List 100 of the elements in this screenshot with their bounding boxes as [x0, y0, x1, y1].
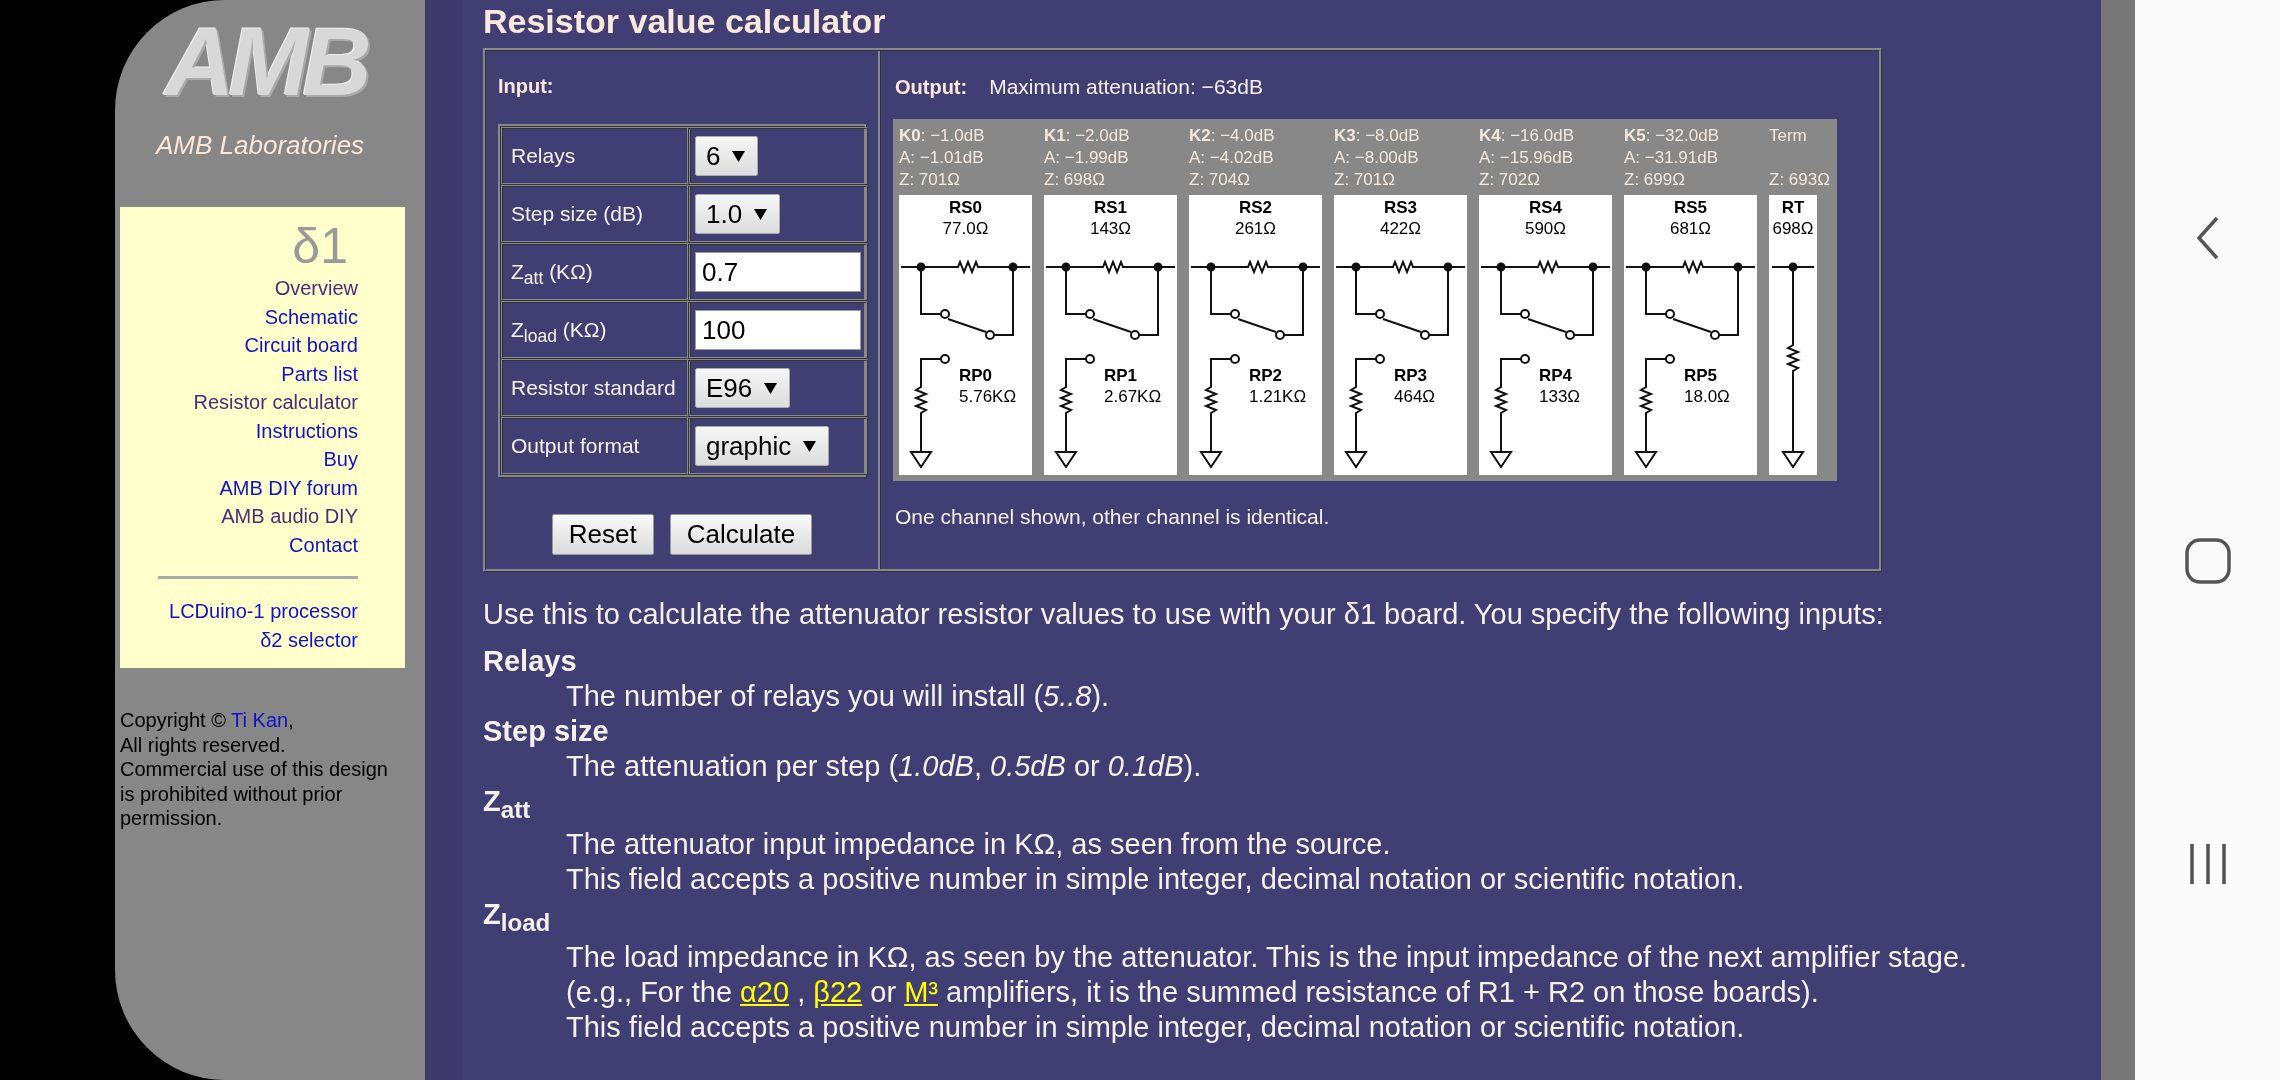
resistor-name: RS3 — [1383, 197, 1418, 218]
intro-text: Use this to calculate the attenuator resistor values to use with your δ1 board. You specify the following inputs: — [483, 597, 1885, 632]
logo: AMB — [165, 14, 366, 110]
nav-link[interactable]: Buy — [323, 445, 358, 474]
nav-link[interactable]: Overview — [274, 274, 358, 303]
field-label: Z$_{att}$ (KΩ) — [501, 243, 691, 301]
definition-text: The number of relays you will install (5..8). — [566, 679, 1110, 714]
dropdown[interactable]: E96 — [695, 368, 791, 408]
input-field[interactable]: 0.7 — [695, 252, 861, 292]
field-label: Z$_{load}$ (KΩ) — [501, 301, 691, 359]
definition-text: (e.g., For the α20 , β22 or M³ amplifiers, it is the summed resistance of R1 + R2 on those boards). — [566, 974, 1819, 1010]
output-note: One channel shown, other channel is identical. — [895, 505, 1330, 529]
resistor-name: RS2 — [1238, 197, 1273, 218]
resistor-name: RP1 — [1104, 365, 1138, 386]
resistor-value: 590Ω — [1524, 218, 1567, 239]
stage-header: K1: −2.0dB — [1044, 125, 1131, 147]
home-icon[interactable] — [2184, 538, 2231, 584]
stage-attenuation: A: −1.99dB — [1044, 147, 1130, 169]
product-link[interactable]: β22 — [813, 975, 863, 1008]
nav-link[interactable]: Resistor calculator — [193, 388, 358, 417]
resistor-value: 77.0Ω — [942, 218, 989, 239]
resistor-value: 133Ω — [1539, 386, 1581, 407]
stage-attenuation: A: −4.02dB — [1189, 147, 1275, 169]
stage-impedance: Z: 701Ω — [899, 169, 961, 191]
resistor-value: 261Ω — [1234, 218, 1277, 239]
nav-link[interactable]: Circuit board — [244, 331, 358, 360]
product-title: δ1 — [292, 219, 348, 274]
definition-term: Z$_{att}$ — [483, 784, 531, 825]
definition-text: This field accepts a positive number in simple integer, decimal notation or scientific notation. — [566, 861, 1745, 897]
dropdown[interactable]: 1.0 — [695, 194, 781, 234]
input-field[interactable]: 100 — [695, 310, 861, 350]
input-heading: Input: — [498, 75, 554, 98]
resistor-name: RS1 — [1093, 197, 1128, 218]
stage-attenuation: A: −31.91dB — [1624, 147, 1720, 169]
resistor-name: RP5 — [1684, 365, 1718, 386]
definition-term: Relays — [483, 644, 577, 679]
product-link[interactable]: M³ — [904, 975, 938, 1008]
nav-link[interactable]: AMB audio DIY — [221, 502, 358, 531]
stage-attenuation: A: −8.00dB — [1334, 147, 1420, 169]
caret-icon — [803, 440, 817, 452]
stage-impedance: Z: 693Ω — [1769, 169, 1829, 191]
field-label: Step size (dB) — [501, 185, 691, 243]
definition-text: The attenuator input impedance in KΩ, as seen from the source. — [566, 826, 1391, 862]
stage-impedance: Z: 698Ω — [1044, 169, 1106, 191]
dropdown[interactable]: 6 — [695, 136, 759, 176]
definition-text: The load impedance in KΩ, as seen by the attenuator. This is the input impedance of the next amplifier stage. — [566, 939, 1968, 975]
form-button[interactable]: Reset — [551, 514, 654, 555]
resistor-name: RT — [1781, 197, 1805, 218]
definition-term: Step size — [483, 714, 609, 749]
stage-header: K3: −8.0dB — [1334, 125, 1421, 147]
nav-link[interactable]: LCDuino-1 processor — [169, 597, 358, 626]
stage-header: Term — [1769, 125, 1808, 147]
copyright-notice: Copyright © Ti Kan, All rights reserved. Commercial use of this design is prohibited without prior permission. — [120, 708, 389, 831]
caret-icon — [764, 382, 778, 394]
stage-header: K4: −16.0dB — [1479, 125, 1575, 147]
stage-header: K0: −1.0dB — [899, 125, 986, 147]
definition-text: The attenuation per step (1.0dB, 0.5dB or 0.1dB). — [566, 749, 1202, 784]
field-label: Relays — [501, 127, 691, 185]
nav-link[interactable]: Instructions — [255, 416, 358, 445]
page-title: Resistor value calculator — [483, 1, 886, 42]
field-label: Resistor standard — [501, 359, 691, 417]
definition-text: This field accepts a positive number in simple integer, decimal notation or scientific notation. — [566, 1009, 1745, 1045]
resistor-value: 464Ω — [1394, 386, 1436, 407]
resistor-value: 681Ω — [1669, 218, 1712, 239]
stage-impedance: Z: 702Ω — [1479, 169, 1541, 191]
stage-attenuation: A: −15.96dB — [1479, 147, 1575, 169]
recent-apps-icon[interactable] — [2187, 842, 2228, 886]
resistor-name: RS0 — [948, 197, 983, 218]
caret-icon — [754, 208, 768, 220]
site-subtitle: AMB Laboratories — [156, 130, 365, 161]
resistor-name: RP2 — [1249, 365, 1283, 386]
nav-link[interactable]: AMB DIY forum — [219, 473, 358, 502]
stage-header: K5: −32.0dB — [1624, 125, 1720, 147]
max-attenuation: Maximum attenuation: −63dB — [989, 75, 1263, 99]
nav-link[interactable]: Contact — [289, 530, 358, 559]
resistor-value: 5.76KΩ — [959, 386, 1017, 407]
form-button[interactable]: Calculate — [669, 514, 813, 555]
stage-impedance: Z: 704Ω — [1189, 169, 1251, 191]
resistor-name: RP0 — [959, 365, 993, 386]
resistor-name: RS4 — [1528, 197, 1563, 218]
nav-link[interactable]: Schematic — [264, 302, 358, 331]
resistor-value: 143Ω — [1089, 218, 1132, 239]
stage-attenuation: A: −1.01dB — [899, 147, 985, 169]
dropdown[interactable]: graphic — [695, 426, 830, 466]
caret-icon — [732, 150, 746, 162]
resistor-name: RP3 — [1394, 365, 1428, 386]
resistor-value: 2.67KΩ — [1104, 386, 1162, 407]
resistor-name: RP4 — [1539, 365, 1573, 386]
output-heading: Output: — [895, 76, 968, 99]
nav-link[interactable]: δ2 selector — [260, 625, 358, 654]
resistor-value: 1.21KΩ — [1249, 386, 1307, 407]
resistor-name: RS5 — [1673, 197, 1708, 218]
product-link[interactable]: α20 — [740, 975, 790, 1008]
back-icon[interactable] — [2195, 216, 2220, 260]
resistor-value: 18.0Ω — [1684, 386, 1730, 407]
field-label: Output format — [501, 417, 691, 475]
stage-impedance: Z: 701Ω — [1334, 169, 1396, 191]
definition-term: Z$_{load}$ — [483, 896, 551, 938]
nav-link[interactable]: Parts list — [281, 359, 358, 388]
resistor-value: 698Ω — [1772, 218, 1814, 239]
